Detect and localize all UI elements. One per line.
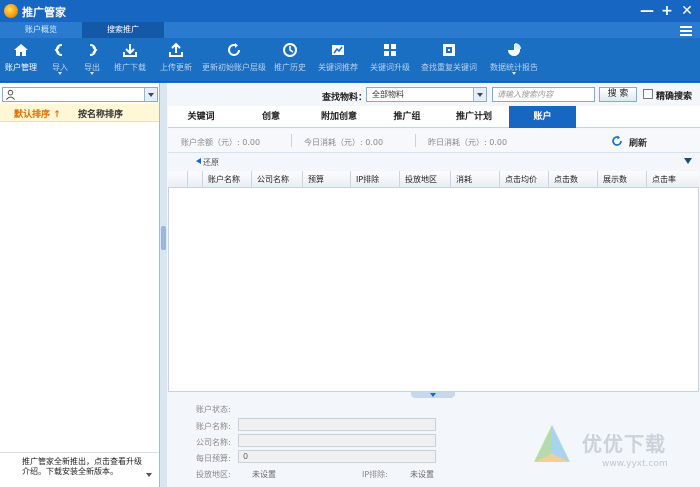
column-region[interactable]: 投放地区 xyxy=(399,171,450,188)
collapse-left-panel-handle[interactable] xyxy=(161,226,166,250)
sort-default-button[interactable]: 默认排序 ↑ xyxy=(14,107,61,120)
maximize-button[interactable]: + xyxy=(658,2,676,20)
update-account-level-button[interactable]: 更新初始账户层级 xyxy=(202,42,266,80)
upload-update-button[interactable]: 上传更新 xyxy=(156,42,196,80)
sort-arrow-up-icon: ↑ xyxy=(53,110,61,120)
chevron-down-icon[interactable] xyxy=(146,473,152,477)
column-spend[interactable]: 消耗 xyxy=(450,171,499,188)
app-logo xyxy=(4,4,18,18)
refresh-button[interactable]: 刷新 xyxy=(629,136,647,149)
today-spend-stat: 今日消耗（元）: 0.00 xyxy=(304,138,384,147)
keyword-recommend-button[interactable]: 关键词推荐 xyxy=(314,42,362,80)
restore-button[interactable]: 还原 xyxy=(203,157,219,168)
close-button[interactable]: ✕ xyxy=(678,2,696,20)
account-status-label: 账户状态: xyxy=(196,405,231,414)
region-label: 投放地区: xyxy=(196,470,231,479)
stat-divider xyxy=(291,134,292,147)
find-duplicate-icon xyxy=(443,44,455,56)
title-bar xyxy=(0,0,700,22)
chevron-down-icon[interactable] xyxy=(144,88,157,101)
exact-search-checkbox[interactable] xyxy=(643,89,653,99)
keyword-upgrade-button[interactable]: 关键词升级 xyxy=(366,42,414,80)
column-account-name[interactable]: 账户名称 xyxy=(202,171,251,188)
column-avg-cpc[interactable]: 点击均价 xyxy=(499,171,548,188)
search-keyword-input[interactable] xyxy=(492,87,595,102)
account-manage-button[interactable]: 账户管理 xyxy=(2,42,40,80)
tab-campaigns[interactable]: 推广计划 xyxy=(443,106,505,128)
restore-bar xyxy=(168,154,700,171)
table-header-checkbox-cell[interactable] xyxy=(169,171,187,188)
undo-arrow-icon xyxy=(54,44,63,56)
daily-budget-field: 0 xyxy=(238,450,436,463)
download-icon xyxy=(123,44,137,57)
sort-by-name-button[interactable]: 按名称排序 xyxy=(78,107,123,120)
column-clicks[interactable]: 点击数 xyxy=(548,171,597,188)
grid-icon xyxy=(384,44,396,56)
refresh-icon xyxy=(228,43,240,56)
company-name-label: 公司名称: xyxy=(196,438,231,447)
chevron-down-icon xyxy=(473,88,486,101)
search-button[interactable]: 搜 索 xyxy=(599,87,637,102)
exact-search-label: 精确搜索 xyxy=(656,92,693,102)
import-button[interactable]: 导入 xyxy=(48,42,72,80)
restore-arrow-icon[interactable] xyxy=(196,158,201,164)
account-tree-panel xyxy=(0,83,160,487)
account-data-table[interactable] xyxy=(168,171,699,392)
clock-icon xyxy=(283,43,297,57)
daily-budget-label: 每日预算: xyxy=(196,454,231,463)
account-search-input[interactable] xyxy=(2,87,158,102)
watermark-text: 优优下载 xyxy=(582,432,666,456)
export-button[interactable]: 导出 xyxy=(80,42,104,80)
minimize-button[interactable]: — xyxy=(638,2,656,20)
hamburger-menu-icon[interactable] xyxy=(680,24,692,36)
ip-exclusion-value: 未设置 xyxy=(410,470,434,479)
column-impressions[interactable]: 展示数 xyxy=(597,171,646,188)
stat-divider xyxy=(415,134,416,147)
find-duplicate-keywords-button[interactable]: 查找重复关键词 xyxy=(417,42,481,80)
refresh-icon[interactable] xyxy=(611,135,623,147)
tab-ad-groups[interactable]: 推广组 xyxy=(382,106,432,128)
table-header-icon-cell xyxy=(187,171,202,188)
tab-keywords[interactable]: 关键词 xyxy=(180,106,222,128)
column-budget[interactable]: 预算 xyxy=(302,171,350,188)
tab-creatives[interactable]: 创意 xyxy=(250,106,292,128)
watermark-logo xyxy=(534,425,570,462)
balance-stat: 账户余额（元）: 0.00 xyxy=(181,138,261,147)
upload-icon xyxy=(169,42,183,57)
ip-exclusion-label: IP排除: xyxy=(362,470,388,479)
account-name-field xyxy=(238,418,436,431)
find-material-label: 查找物料： xyxy=(322,93,368,103)
redo-arrow-icon xyxy=(89,44,98,56)
data-report-button[interactable]: 数据统计报告 xyxy=(487,42,541,80)
promotion-history-button[interactable]: 推广历史 xyxy=(270,42,310,80)
user-icon xyxy=(6,89,15,100)
column-company-name[interactable]: 公司名称 xyxy=(251,171,302,188)
material-scope-select[interactable]: 全部物料 xyxy=(366,87,487,102)
region-value: 未设置 xyxy=(252,470,276,479)
tab-search-promotion[interactable]: 搜索推广 xyxy=(82,22,164,38)
column-ip-exclusion[interactable]: IP排除 xyxy=(350,171,399,188)
collapse-icon[interactable] xyxy=(684,158,692,164)
chart-icon xyxy=(332,45,344,55)
home-icon xyxy=(14,44,28,56)
company-name-field xyxy=(238,434,436,447)
tab-extra-creatives[interactable]: 附加创意 xyxy=(312,106,366,128)
yesterday-spend-stat: 昨日消耗（元）: 0.00 xyxy=(428,138,508,147)
column-ctr[interactable]: 点击率 xyxy=(646,171,698,188)
material-tabs-bar xyxy=(168,106,700,128)
window-title: 推广管家 xyxy=(22,6,66,19)
panel-splitter[interactable] xyxy=(160,83,167,487)
upgrade-notice-text[interactable]: 推广管家全新推出，点击查看升级介绍。下载安装全新版本。 xyxy=(22,457,144,477)
pie-chart-icon xyxy=(508,43,521,56)
tab-account-overview[interactable]: 账户概览 xyxy=(0,22,82,38)
watermark-url: www.yyxt.com xyxy=(602,459,668,469)
tab-account[interactable]: 账户 xyxy=(509,106,576,128)
promotion-download-button[interactable]: 推广下载 xyxy=(110,42,150,80)
account-name-label: 账户名称: xyxy=(196,422,231,431)
